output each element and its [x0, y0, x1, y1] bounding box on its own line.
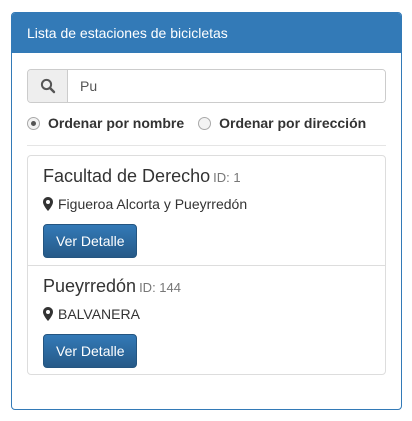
panel-title: Lista de estaciones de bicicletas — [12, 13, 401, 53]
station-address: BALVANERA — [43, 305, 370, 323]
search-icon — [28, 70, 68, 102]
sort-by-address-radio[interactable] — [198, 116, 212, 130]
sort-options: Ordenar por nombre Ordenar por dirección — [27, 113, 386, 133]
search-input[interactable] — [68, 70, 385, 102]
view-detail-button[interactable]: Ver Detalle — [43, 224, 138, 258]
station-address-text: BALVANERA — [58, 306, 140, 322]
sort-by-name-option[interactable]: Ordenar por nombre — [27, 115, 184, 131]
divider — [27, 145, 386, 146]
station-address: Figueroa Alcorta y Pueyrredón — [43, 195, 370, 213]
stations-list: Facultad de Derecho ID: 1 Figueroa Alcort… — [27, 155, 386, 375]
sort-by-address-label: Ordenar por dirección — [219, 115, 367, 131]
panel-body: Ordenar por nombre Ordenar por dirección… — [12, 53, 401, 375]
sort-by-address-option[interactable]: Ordenar por dirección — [198, 115, 366, 131]
stations-panel: Lista de estaciones de bicicletas Ordena… — [11, 12, 402, 410]
station-id: ID: 1 — [213, 170, 241, 185]
map-marker-icon — [43, 197, 53, 211]
station-address-text: Figueroa Alcorta y Pueyrredón — [58, 196, 248, 212]
list-item: Pueyrredón ID: 144 BALVANERA Ver Detalle — [28, 265, 385, 374]
station-title: Facultad de Derecho ID: 1 — [43, 166, 370, 188]
map-marker-icon — [43, 307, 53, 321]
search-group — [27, 69, 386, 103]
list-item: Facultad de Derecho ID: 1 Figueroa Alcort… — [28, 156, 385, 265]
station-name: Facultad de Derecho — [43, 166, 211, 186]
sort-by-name-radio[interactable] — [27, 116, 40, 130]
station-name: Pueyrredón — [43, 276, 137, 296]
view-detail-button[interactable]: Ver Detalle — [43, 334, 138, 368]
sort-by-name-label: Ordenar por nombre — [48, 115, 185, 131]
station-title: Pueyrredón ID: 144 — [43, 276, 370, 298]
station-id: ID: 144 — [139, 280, 181, 295]
